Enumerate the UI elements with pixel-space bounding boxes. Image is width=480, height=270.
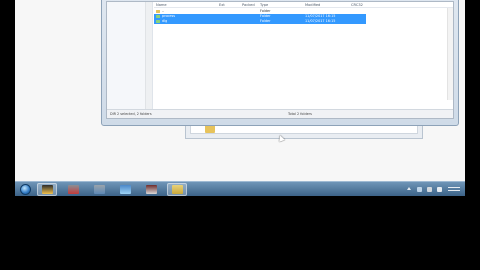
taskbar-button-folder[interactable] xyxy=(37,183,57,196)
navigation-scrollbar[interactable] xyxy=(145,2,152,109)
tools-icon xyxy=(93,185,105,194)
folder-icon xyxy=(205,125,215,133)
file-name: dlg xyxy=(162,19,168,23)
status-left: DIR 2 selected, 2 folders xyxy=(110,112,152,116)
file-row[interactable]: dlg Folder 11/07/2017 16:15 xyxy=(154,19,366,24)
file-manager-window[interactable]: Name Ext Packed Type Modified CRC32 .. Folder p… xyxy=(101,0,459,126)
file-list-scrollbar[interactable] xyxy=(447,8,453,100)
desktop-background: Name Ext Packed Type Modified CRC32 .. Folder p… xyxy=(15,0,465,181)
speaker-icon[interactable] xyxy=(437,187,442,192)
column-header-name[interactable]: Name xyxy=(156,2,167,8)
status-bar: DIR 2 selected, 2 folders Total 2 folder… xyxy=(107,109,453,118)
column-header-crc32[interactable]: CRC32 xyxy=(351,2,363,8)
taskbar-button-settings[interactable] xyxy=(63,183,83,196)
arrow-up-icon[interactable] xyxy=(407,187,411,190)
folder-icon xyxy=(156,15,160,18)
explorer-icon xyxy=(171,185,183,194)
windows-orb-icon xyxy=(20,184,31,195)
column-header-type[interactable]: Type xyxy=(260,2,268,8)
file-type: Folder xyxy=(260,19,271,23)
taskbar-button-globe[interactable] xyxy=(115,183,135,196)
desktop-screen: Name Ext Packed Type Modified CRC32 .. Folder p… xyxy=(15,0,465,196)
folder-icon xyxy=(156,20,160,23)
window-client-area: Name Ext Packed Type Modified CRC32 .. Folder p… xyxy=(106,1,454,119)
taskbar-button-archive[interactable] xyxy=(141,183,161,196)
clock[interactable] xyxy=(446,184,462,194)
flag-icon[interactable] xyxy=(427,187,432,192)
settings-icon xyxy=(67,185,79,194)
status-right: Total 2 folders xyxy=(288,112,312,116)
file-list[interactable]: Name Ext Packed Type Modified CRC32 .. Folder p… xyxy=(154,2,453,109)
network-icon[interactable] xyxy=(417,187,422,192)
column-header-ext[interactable]: Ext xyxy=(219,2,225,8)
taskbar-button-tools[interactable] xyxy=(89,183,109,196)
file-modified: 11/07/2017 16:15 xyxy=(305,19,336,23)
taskbar-button-explorer[interactable] xyxy=(167,183,187,196)
folder-icon xyxy=(41,185,53,194)
start-button[interactable] xyxy=(17,182,34,196)
column-header-packed[interactable]: Packed xyxy=(242,2,255,8)
globe-icon xyxy=(119,185,131,194)
column-header-modified[interactable]: Modified xyxy=(305,2,320,8)
archive-icon xyxy=(145,185,157,194)
column-header-row: Name Ext Packed Type Modified CRC32 xyxy=(154,2,453,8)
navigation-pane[interactable] xyxy=(107,2,153,109)
folder-icon xyxy=(156,10,160,13)
taskbar xyxy=(15,181,465,196)
